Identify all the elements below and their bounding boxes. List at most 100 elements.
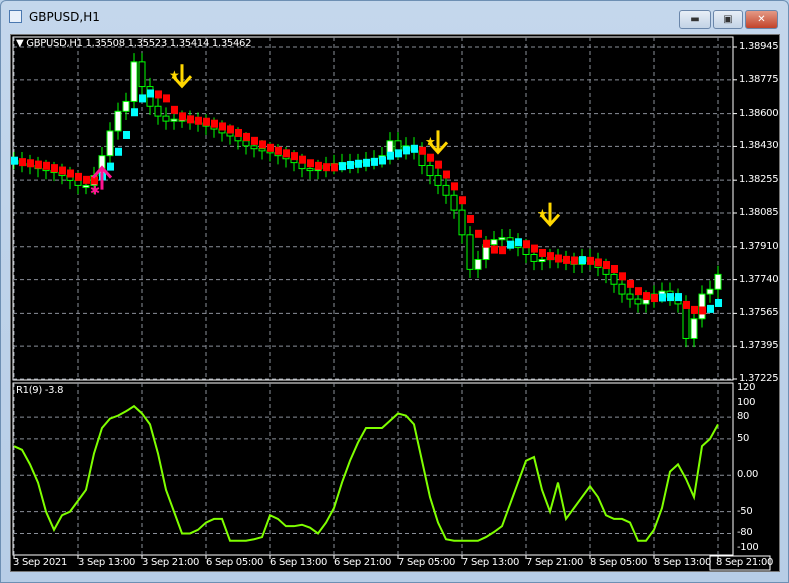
trend-bar (187, 115, 194, 124)
trend-bar (339, 162, 346, 171)
trend-bar (483, 239, 490, 248)
candle-body (162, 115, 170, 122)
trend-bar (371, 157, 378, 166)
candle-body (698, 293, 706, 320)
candle-body (394, 140, 402, 152)
trend-bar (691, 305, 698, 314)
time-tick-label: 3 Sep 2021 (13, 557, 68, 568)
time-tick-label: 7 Sep 21:00 (526, 557, 584, 568)
trend-bar (227, 125, 234, 134)
trend-bar (315, 161, 322, 170)
indicator-tick-label: 50 (737, 432, 750, 444)
trend-bar (171, 105, 178, 114)
trend-bar (635, 287, 642, 296)
trend-bar (643, 292, 650, 301)
main-chart-frame (12, 36, 734, 381)
trend-bar (603, 261, 610, 270)
time-tick-label: 8 Sep 13:00 (654, 557, 712, 568)
candle-body (458, 209, 466, 236)
candle-body (106, 130, 114, 157)
time-tick-label: 6 Sep 13:00 (270, 557, 328, 568)
trend-bar (619, 272, 626, 281)
candle-body (130, 61, 138, 102)
candle-body (170, 118, 178, 122)
price-tick-label: 1.37565 (739, 307, 779, 319)
trend-bar (35, 160, 42, 169)
main-chart-header: ▼ GBPUSD,H1 1.35508 1.35523 1.35414 1.35… (16, 38, 251, 49)
trend-bar (627, 279, 634, 288)
trend-bar (587, 256, 594, 265)
trend-bar (715, 298, 722, 307)
trend-bar (235, 128, 242, 137)
trend-bar (651, 294, 658, 303)
candle-body (466, 234, 474, 270)
trend-bar (707, 304, 714, 313)
candle-body (114, 110, 122, 132)
trend-bar (251, 136, 258, 145)
candle-body (306, 168, 314, 172)
candle-body (530, 254, 538, 262)
trend-bar (595, 258, 602, 267)
minimize-button[interactable]: ▬ (679, 10, 711, 29)
price-tick-label: 1.38600 (739, 107, 779, 119)
trend-bar (195, 116, 202, 125)
indicator-tick-label: 0.00 (737, 469, 759, 481)
trend-bar (443, 170, 450, 179)
trend-bar (211, 119, 218, 128)
trend-bar (219, 122, 226, 131)
chart-menu-triangle-icon[interactable]: ▼ (16, 38, 24, 49)
trend-bar (363, 158, 370, 167)
trend-bar (539, 248, 546, 257)
trend-bar (179, 112, 186, 121)
candle-body (82, 184, 90, 188)
price-tick-label: 1.38085 (739, 207, 779, 218)
trend-bar (291, 152, 298, 161)
price-tick-label: 1.38945 (739, 41, 779, 52)
indicator-tick-label: -100 (737, 542, 759, 553)
trend-bar (123, 130, 130, 139)
trend-bar (499, 246, 506, 255)
indicator-tick-label: 120 (737, 382, 756, 393)
trend-bar (59, 166, 66, 175)
candle-body (522, 247, 530, 255)
minimize-icon: ▬ (690, 14, 700, 25)
trend-bar (275, 146, 282, 155)
price-tick-label: 1.37395 (739, 340, 779, 352)
chart-canvas[interactable]: ✱ ★ ★ ★ (11, 35, 781, 573)
close-icon: ✕ (757, 14, 766, 25)
time-tick-label: 3 Sep 13:00 (78, 557, 136, 568)
indicator-frame (12, 382, 734, 556)
restore-icon: ▣ (723, 14, 733, 25)
indicator-line (13, 404, 719, 542)
trend-bar (131, 108, 138, 117)
candle-body (426, 165, 434, 177)
trend-bar (75, 172, 82, 181)
buy-star-icon: ✱ (90, 184, 100, 198)
price-tick-label: 1.38430 (739, 140, 779, 152)
chart-area[interactable]: ✱ ★ ★ ★ ▼ GBPUSD,H1 1.35508 1.35523 1.35414… (10, 34, 780, 572)
time-tick-label: 6 Sep 21:00 (334, 557, 392, 568)
close-button[interactable]: ✕ (745, 10, 778, 29)
maximize-button[interactable]: ▣ (713, 10, 743, 29)
trend-bar (307, 159, 314, 168)
candle-body (618, 283, 626, 295)
trend-bar (403, 146, 410, 155)
candle-body (714, 273, 722, 290)
trend-bar (411, 144, 418, 153)
title-bar[interactable]: GBPUSD,H1 ▬ ▣ ✕ (1, 1, 788, 33)
time-tick-label: 6 Sep 05:00 (206, 557, 264, 568)
trend-bar (555, 254, 562, 263)
symbol-ohlc: GBPUSD,H1 1.35508 1.35523 1.35414 1.3546… (26, 38, 252, 49)
candle-body (250, 145, 258, 150)
candle-body (682, 303, 690, 339)
candle-body (706, 288, 714, 295)
trend-bar (387, 151, 394, 160)
trend-bar (467, 214, 474, 223)
trend-bar (51, 164, 58, 173)
candle-body (538, 259, 546, 263)
trend-bar (67, 169, 74, 178)
trend-bar (43, 161, 50, 170)
time-tick-label: 7 Sep 05:00 (398, 557, 456, 568)
time-tick-label: 8 Sep 21:00 (716, 557, 774, 568)
indicator-tick-label: -50 (737, 505, 753, 517)
